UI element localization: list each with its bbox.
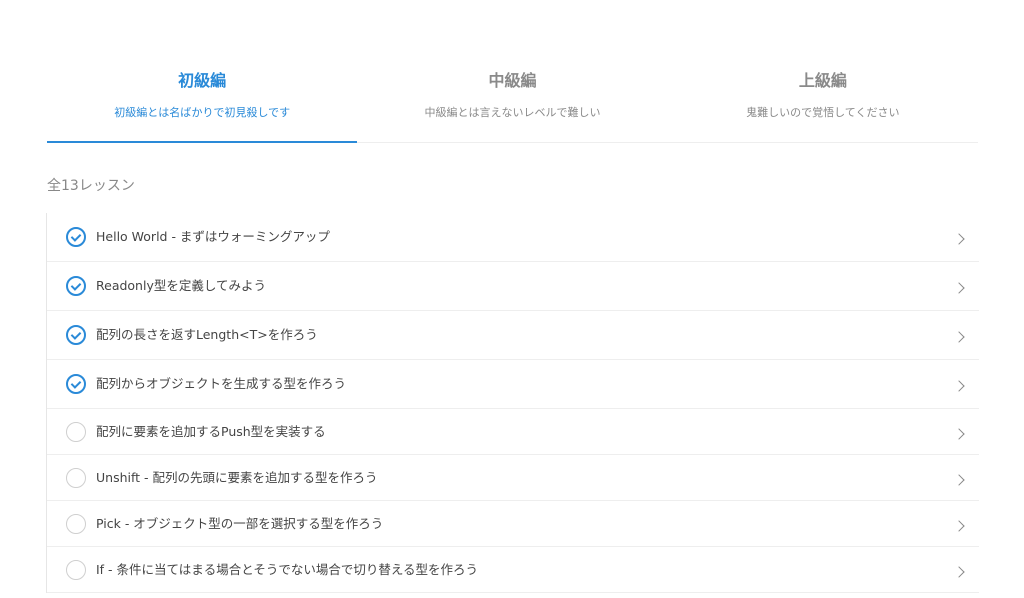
tab-title: 中級編 xyxy=(488,71,537,90)
chevron-right-icon xyxy=(953,519,965,532)
tab-subtitle: 中級編とは言えないレベルで難しい xyxy=(424,106,601,119)
empty-circle-icon xyxy=(66,559,86,580)
lesson-row[interactable]: Unshift - 配列の先頭に要素を追加する型を作ろう xyxy=(47,455,979,501)
lesson-row[interactable]: Readonly型を定義してみよう xyxy=(47,262,979,311)
lesson-title: Readonly型を定義してみよう xyxy=(96,278,266,293)
chevron-right-icon xyxy=(953,427,965,440)
lesson-row[interactable]: 配列からオブジェクトを生成する型を作ろう xyxy=(47,360,979,409)
check-circle-icon xyxy=(66,325,86,345)
empty-circle-icon xyxy=(66,421,86,442)
tab-subtitle: 初級編とは名ばかりで初見殺しです xyxy=(114,106,291,119)
lesson-title: 配列に要素を追加するPush型を実装する xyxy=(96,423,326,439)
chevron-right-icon xyxy=(953,473,965,486)
check-circle-icon xyxy=(66,276,86,296)
lesson-title: 配列の長さを返すLength<T>を作ろう xyxy=(96,327,318,342)
chevron-right-icon xyxy=(953,380,965,392)
lesson-title: Unshift - 配列の先頭に要素を追加する型を作ろう xyxy=(96,469,378,485)
lesson-title: Pick - オブジェクト型の一部を選択する型を作ろう xyxy=(96,515,384,531)
empty-circle-icon xyxy=(66,513,86,534)
lesson-row[interactable]: Pick - オブジェクト型の一部を選択する型を作ろう xyxy=(47,501,979,547)
chevron-right-icon xyxy=(953,233,965,245)
lesson-count: 全13レッスン xyxy=(47,178,135,194)
tab-intermediate[interactable]: 中級編 中級編とは言えないレベルで難しい xyxy=(357,60,667,142)
check-circle-icon xyxy=(66,374,86,394)
check-circle-icon xyxy=(66,227,86,247)
tab-subtitle: 鬼難しいので覚悟してください xyxy=(746,106,900,119)
chevron-right-icon xyxy=(953,565,965,578)
lesson-row[interactable]: 配列に要素を追加するPush型を実装する xyxy=(47,409,979,455)
empty-circle-icon xyxy=(66,467,86,488)
tab-advanced[interactable]: 上級編 鬼難しいので覚悟してください xyxy=(668,60,978,142)
tab-title: 上級編 xyxy=(798,71,847,90)
lesson-title: If - 条件に当てはまる場合とそうでない場合で切り替える型を作ろう xyxy=(96,561,479,577)
tab-beginner[interactable]: 初級編 初級編とは名ばかりで初見殺しです xyxy=(47,60,358,143)
level-tabs: 初級編 初級編とは名ばかりで初見殺しです 中級編 中級編とは言えないレベルで難し… xyxy=(47,60,978,143)
lesson-row[interactable]: If - 条件に当てはまる場合とそうでない場合で切り替える型を作ろう xyxy=(47,547,979,593)
chevron-right-icon xyxy=(953,331,965,343)
chevron-right-icon xyxy=(953,282,965,294)
lesson-row[interactable]: Hello World - まずはウォーミングアップ xyxy=(47,213,979,262)
lesson-list: Hello World - まずはウォーミングアップ Readonly型を定義し… xyxy=(46,213,979,593)
lesson-title: 配列からオブジェクトを生成する型を作ろう xyxy=(96,376,347,391)
lesson-title: Hello World - まずはウォーミングアップ xyxy=(96,229,330,244)
lesson-row[interactable]: 配列の長さを返すLength<T>を作ろう xyxy=(47,311,979,360)
lesson-page: 初級編 初級編とは名ばかりで初見殺しです 中級編 中級編とは言えないレベルで難し… xyxy=(0,0,1024,598)
tab-title: 初級編 xyxy=(178,71,227,90)
